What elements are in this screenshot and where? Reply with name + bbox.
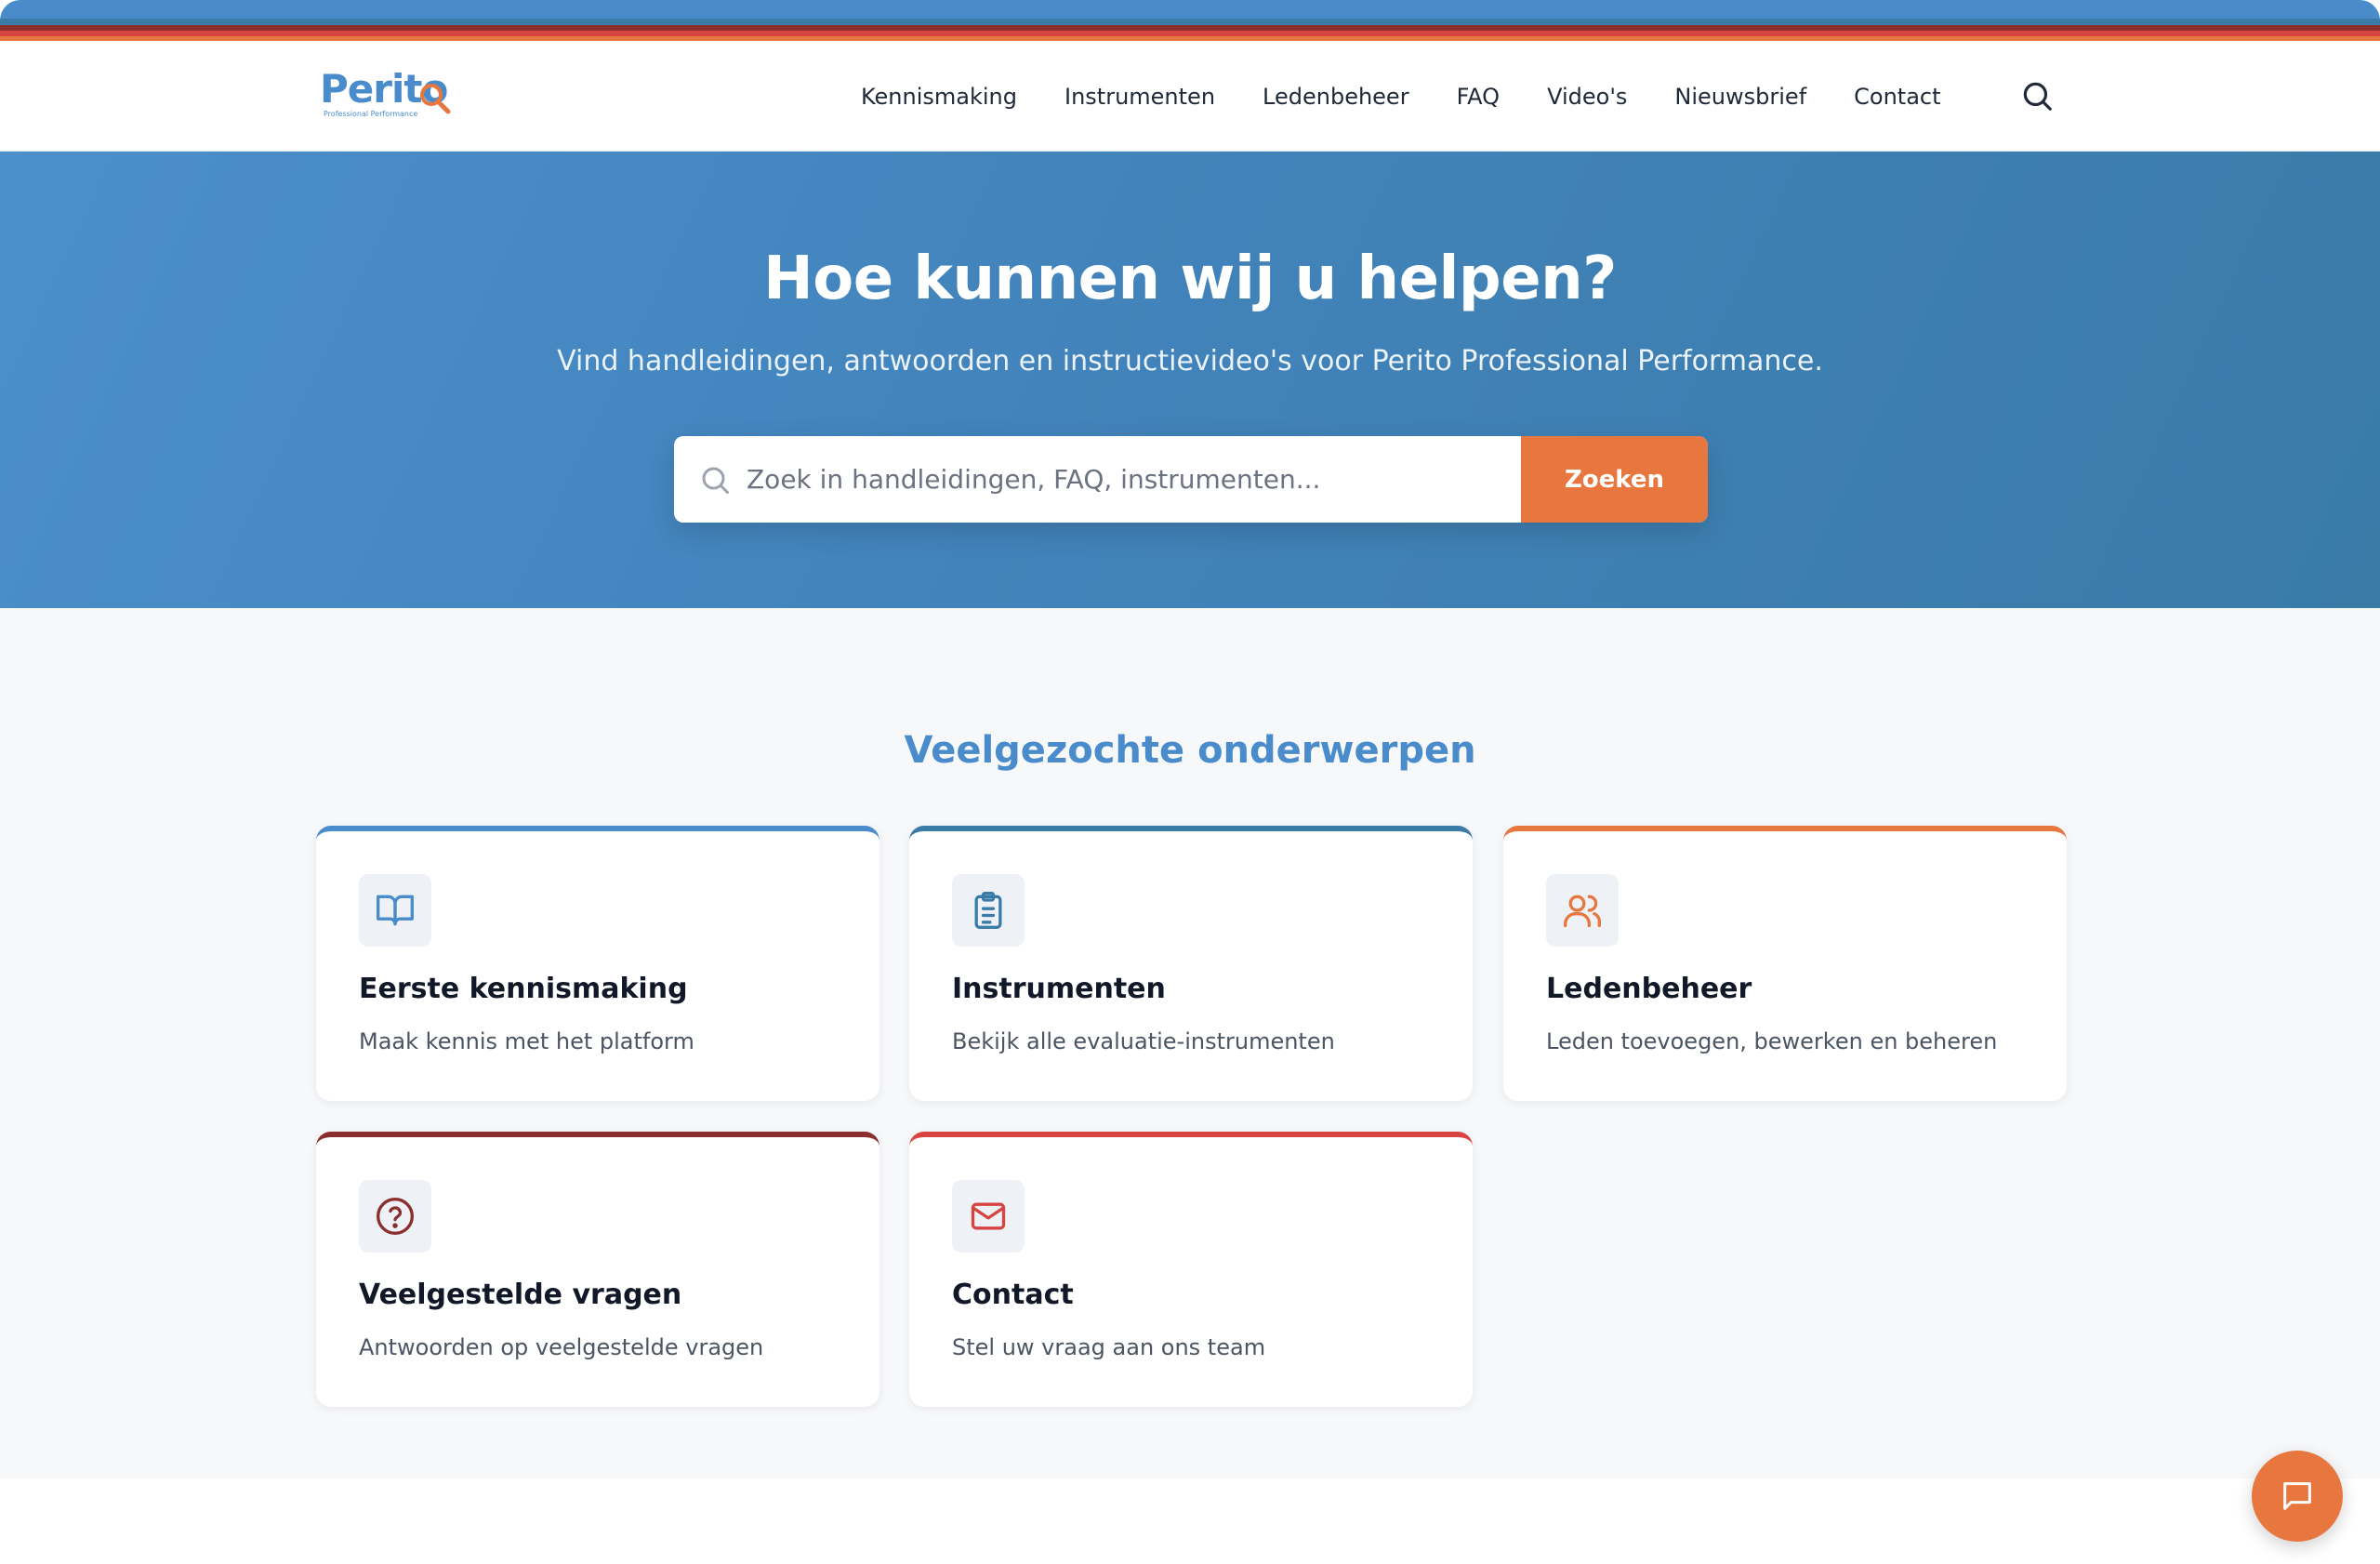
card-title: Veelgestelde vragen xyxy=(359,1279,682,1311)
hero-search-bar: Zoeken xyxy=(674,436,1708,523)
card-title: Eerste kennismaking xyxy=(359,973,688,1005)
card-icon-box xyxy=(359,874,431,947)
topic-card-veelgestelde-vragen[interactable]: Veelgestelde vragen Antwoorden op veelge… xyxy=(316,1132,879,1407)
perito-logo[interactable]: Perito Professional Performance xyxy=(320,67,451,125)
magnifier-logo-icon xyxy=(420,84,451,114)
mail-icon xyxy=(971,1202,1006,1230)
nav-item-ledenbeheer[interactable]: Ledenbeheer xyxy=(1263,84,1409,110)
card-description: Bekijk alle evaluatie-instrumenten xyxy=(952,1028,1335,1054)
top-color-stripes xyxy=(0,0,2380,41)
topics-section: Veelgezochte onderwerpen Eerste kennisma… xyxy=(0,608,2380,1478)
card-icon-box xyxy=(952,874,1025,947)
card-title: Contact xyxy=(952,1279,1074,1311)
topic-card-instrumenten[interactable]: Instrumenten Bekijk alle evaluatie-instr… xyxy=(909,826,1473,1101)
site-header: Perito Professional Performance Kennisma… xyxy=(0,41,2380,152)
card-title: Ledenbeheer xyxy=(1546,973,1752,1005)
card-icon-box xyxy=(359,1180,431,1253)
clipboard-list-icon xyxy=(974,892,1002,929)
search-submit-button[interactable]: Zoeken xyxy=(1521,436,1708,523)
section-title: Veelgezochte onderwerpen xyxy=(904,729,1476,772)
topic-card-ledenbeheer[interactable]: Ledenbeheer Leden toevoegen, bewerken en… xyxy=(1503,826,2067,1101)
stripe-dark-blue xyxy=(0,19,2380,25)
help-circle-icon xyxy=(377,1198,414,1235)
topic-card-contact[interactable]: Contact Stel uw vraag aan ons team xyxy=(909,1132,1473,1407)
card-description: Antwoorden op veelgestelde vragen xyxy=(359,1334,764,1360)
header-search-button[interactable] xyxy=(2019,78,2055,113)
card-icon-box xyxy=(1546,874,1619,947)
nav-item-nieuwsbrief[interactable]: Nieuwsbrief xyxy=(1674,84,1806,110)
nav-item-kennismaking[interactable]: Kennismaking xyxy=(861,84,1017,110)
card-title: Instrumenten xyxy=(952,973,1166,1005)
card-description: Maak kennis met het platform xyxy=(359,1028,694,1054)
main-nav: Kennismaking Instrumenten Ledenbeheer FA… xyxy=(861,41,1941,152)
search-icon xyxy=(702,467,729,494)
search-input[interactable] xyxy=(747,436,1509,523)
nav-item-contact[interactable]: Contact xyxy=(1854,84,1940,110)
nav-item-instrumenten[interactable]: Instrumenten xyxy=(1064,84,1215,110)
users-icon xyxy=(1564,895,1601,928)
card-icon-box xyxy=(952,1180,1025,1253)
nav-item-videos[interactable]: Video's xyxy=(1547,84,1627,110)
topic-card-eerste-kennismaking[interactable]: Eerste kennismaking Maak kennis met het … xyxy=(316,826,879,1101)
nav-item-faq[interactable]: FAQ xyxy=(1457,84,1501,110)
card-description: Stel uw vraag aan ons team xyxy=(952,1334,1266,1360)
search-icon xyxy=(2023,82,2052,111)
hero-section: Hoe kunnen wij u helpen? Vind handleidin… xyxy=(0,152,2380,608)
book-open-icon xyxy=(377,895,414,926)
chat-button[interactable] xyxy=(2252,1451,2343,1542)
hero-title: Hoe kunnen wij u helpen? xyxy=(763,245,1617,313)
card-description: Leden toevoegen, bewerken en beheren xyxy=(1546,1028,1998,1054)
hero-subtitle: Vind handleidingen, antwoorden en instru… xyxy=(557,345,1823,378)
stripe-blue xyxy=(0,0,2380,19)
chat-bubble-icon xyxy=(2283,1482,2311,1510)
